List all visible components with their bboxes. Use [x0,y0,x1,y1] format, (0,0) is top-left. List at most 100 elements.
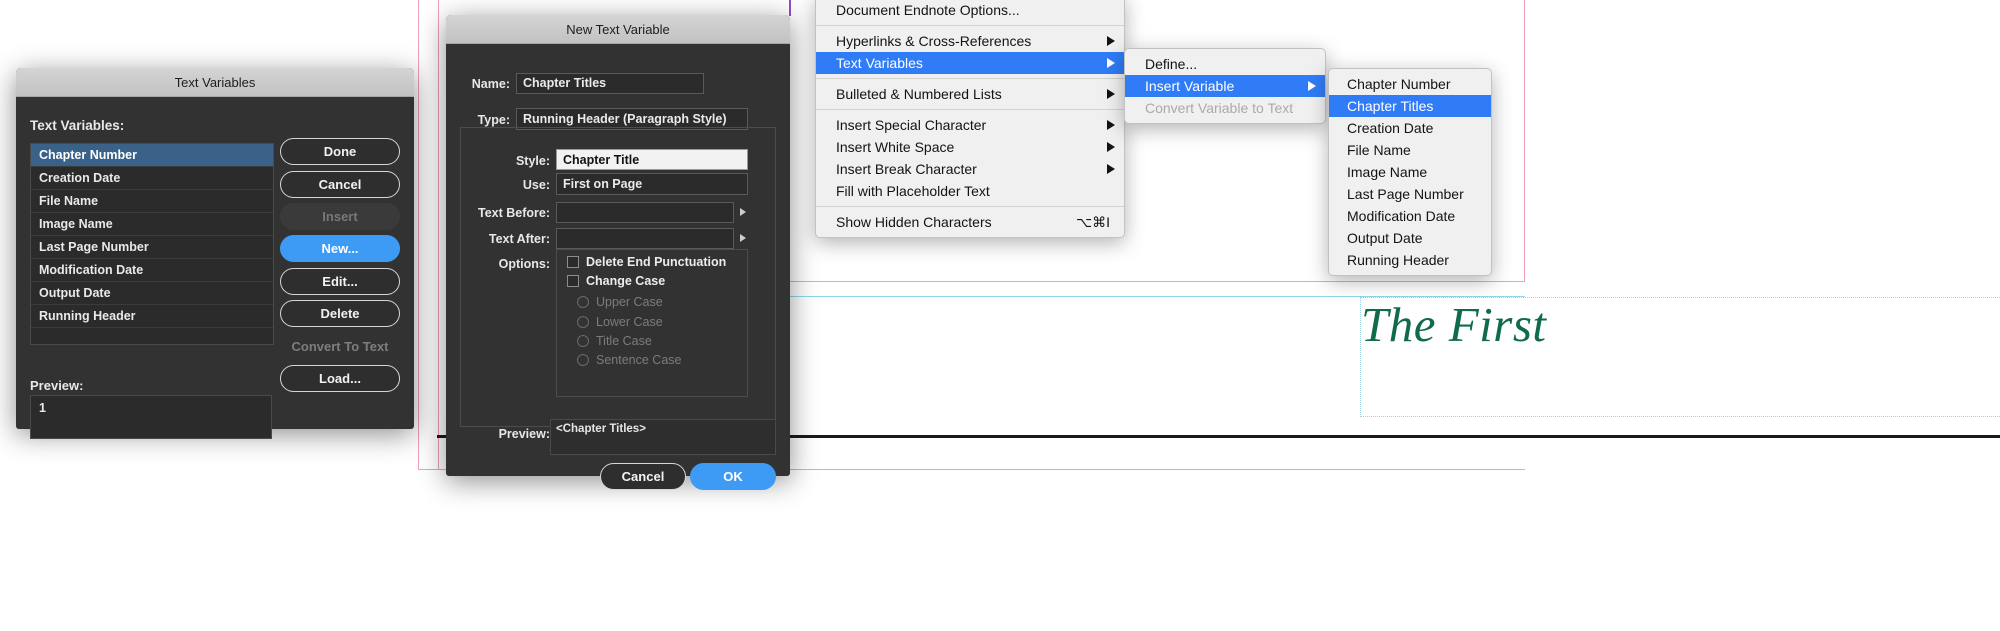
submenu-arrow-icon [1107,120,1115,130]
page-guide-left-margin [438,0,439,470]
name-label: Name: [471,77,510,91]
submenu-item-define[interactable]: Define... [1125,53,1325,75]
menu-item-document-endnote-options[interactable]: Document Endnote Options... [816,0,1124,21]
text-variables-list-item[interactable]: Image Name [31,213,273,236]
radio-icon [577,296,589,308]
new-variable-ok-button[interactable]: OK [690,463,776,490]
new-variable-cancel-button[interactable]: Cancel [600,463,686,490]
new-text-variable-title: New Text Variable [566,21,670,37]
text-variables-list-item[interactable]: Output Date [31,282,273,305]
show-hidden-characters-shortcut: ⌥⌘I [1075,214,1110,230]
radio-icon [577,316,589,328]
menu-item-show-hidden-characters[interactable]: Show Hidden Characters ⌥⌘I [816,211,1124,233]
variable-item-modification-date[interactable]: Modification Date [1329,205,1491,227]
variable-item-file-name[interactable]: File Name [1329,139,1491,161]
menu-item-fill-with-placeholder-text[interactable]: Fill with Placeholder Text [816,180,1124,202]
submenu-arrow-icon [1308,81,1316,91]
screenshot-root: The First Text Variables Text Variables:… [0,0,2000,631]
edit-button[interactable]: Edit... [280,268,400,295]
upper-case-label: Upper Case [596,295,663,309]
text-variables-list-item[interactable]: Running Header [31,305,273,328]
text-variables-preview-label: Preview: [30,378,84,393]
text-variables-dialog: Text Variables Text Variables: Chapter N… [16,68,414,439]
variable-item-last-page-number[interactable]: Last Page Number [1329,183,1491,205]
menu-item-insert-white-space[interactable]: Insert White Space [816,136,1124,158]
variable-item-creation-date[interactable]: Creation Date [1329,117,1491,139]
page-guide-left [418,0,419,470]
text-before-input[interactable] [556,202,734,223]
new-button[interactable]: New... [280,235,400,262]
sentence-case-radio: Sentence Case [577,353,681,367]
delete-end-punctuation-checkbox[interactable]: Delete End Punctuation [567,255,726,269]
new-variable-preview-box: <Chapter Titles> [550,419,776,455]
submenu-arrow-icon [1107,142,1115,152]
insert-variable-submenu: Chapter Number Chapter Titles Creation D… [1328,68,1492,276]
variable-item-running-header[interactable]: Running Header [1329,249,1491,271]
text-variables-dialog-body: Text Variables: Chapter Number Creation … [16,97,414,439]
use-label: Use: [522,178,550,192]
smart-guide [789,0,791,16]
change-case-label: Change Case [586,274,666,288]
type-label: Type: [477,113,510,127]
variable-item-output-date[interactable]: Output Date [1329,227,1491,249]
use-select[interactable]: First on Page [556,173,748,195]
type-context-menu: Document Endnote Options... Hyperlinks &… [815,0,1125,238]
text-variables-list-item[interactable]: Creation Date [31,167,273,190]
delete-button[interactable]: Delete [280,300,400,327]
submenu-arrow-icon [1107,36,1115,46]
text-before-menu-icon[interactable] [740,208,746,216]
name-input[interactable]: Chapter Titles [516,73,704,94]
submenu-item-insert-variable[interactable]: Insert Variable [1125,75,1325,97]
variable-item-chapter-number[interactable]: Chapter Number [1329,73,1491,95]
sentence-case-label: Sentence Case [596,353,682,367]
text-variables-preview-box: 1 [30,395,272,439]
text-variables-submenu: Define... Insert Variable Convert Variab… [1124,48,1326,124]
change-case-checkbox[interactable]: Change Case [567,274,665,288]
text-variables-preview-value: 1 [39,401,46,415]
text-variables-dialog-title: Text Variables [174,74,256,90]
style-select[interactable]: Chapter Title [556,149,748,170]
text-after-input[interactable] [556,228,734,249]
document-chapter-title: The First [1361,297,1547,352]
text-variables-list-item[interactable]: Chapter Number [31,144,273,167]
text-after-label: Text After: [488,232,550,246]
menu-item-hyperlinks-cross-references[interactable]: Hyperlinks & Cross-References [816,30,1124,52]
text-variables-list-label: Text Variables: [30,118,125,133]
checkbox-icon [567,256,579,268]
insert-button: Insert [280,203,400,230]
text-variables-list-item[interactable]: File Name [31,190,273,213]
new-text-variable-body: Name: Chapter Titles Type: Running Heade… [446,44,790,490]
options-label: Options: [498,257,550,271]
text-variables-list-item[interactable]: Modification Date [31,259,273,282]
text-variables-dialog-titlebar: Text Variables [16,68,414,97]
submenu-item-convert-variable-to-text: Convert Variable to Text [1145,100,1294,116]
menu-separator [816,78,1124,79]
menu-item-insert-special-character[interactable]: Insert Special Character [816,114,1124,136]
menu-item-text-variables[interactable]: Text Variables [816,52,1124,74]
submenu-arrow-icon [1107,89,1115,99]
text-before-label: Text Before: [477,206,550,220]
new-variable-preview-value: <Chapter Titles> [556,423,646,435]
submenu-arrow-icon [1107,58,1115,68]
text-variables-list-item[interactable]: Last Page Number [31,236,273,259]
lower-case-radio: Lower Case [577,315,663,329]
new-variable-preview-label: Preview: [498,427,550,441]
text-variables-list[interactable]: Chapter Number Creation Date File Name I… [30,143,274,345]
done-button[interactable]: Done [280,138,400,165]
delete-end-punctuation-label: Delete End Punctuation [586,255,727,269]
variable-item-chapter-titles[interactable]: Chapter Titles [1329,95,1491,117]
text-after-menu-icon[interactable] [740,234,746,242]
title-case-label: Title Case [596,334,652,348]
page-guide-right [1524,0,1525,282]
menu-item-bulleted-numbered-lists[interactable]: Bulleted & Numbered Lists [816,83,1124,105]
variable-item-image-name[interactable]: Image Name [1329,161,1491,183]
upper-case-radio: Upper Case [577,295,663,309]
checkbox-icon [567,275,579,287]
menu-separator [816,109,1124,110]
cancel-button[interactable]: Cancel [280,171,400,198]
load-button[interactable]: Load... [280,365,400,392]
radio-icon [577,335,589,347]
menu-item-insert-break-character[interactable]: Insert Break Character [816,158,1124,180]
new-text-variable-dialog: New Text Variable Name: Chapter Titles T… [446,15,790,490]
convert-to-text-button: Convert To Text [291,339,389,354]
